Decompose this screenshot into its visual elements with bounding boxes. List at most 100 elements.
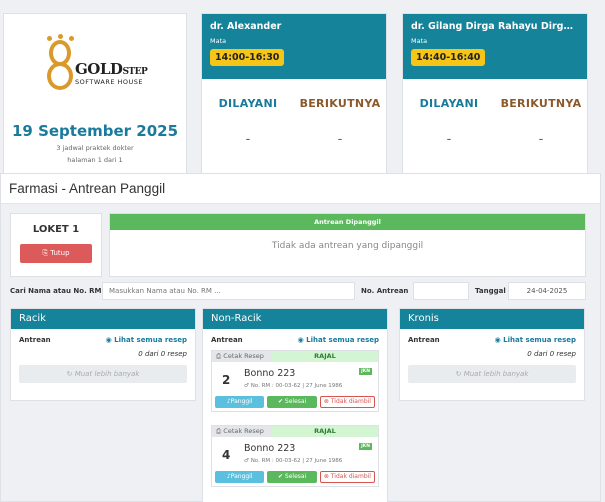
doctor-name: dr. Gilang Dirga Rahayu Dirgan... xyxy=(411,21,579,32)
eye-icon: ◉ xyxy=(105,336,112,344)
eye-icon: ◉ xyxy=(297,336,304,344)
doctor-queue-status: DILAYANI - BERIKUTNYA - xyxy=(202,97,386,147)
next-value: - xyxy=(337,132,343,147)
practice-time-badge: 14:40-16:40 xyxy=(411,49,486,66)
load-more-button[interactable]: ↻ Muat lebih banyak xyxy=(408,365,576,383)
not-taken-button[interactable]: ⊗ Tidak diambil xyxy=(319,471,376,483)
prescription-card: ⎙ Cetak Resep RAJAL 4 Bonno 223 ♂ No. RM… xyxy=(211,425,379,487)
see-all-link[interactable]: ◉ Lihat semua resep xyxy=(298,336,379,344)
logo-brand-suffix: STEP xyxy=(122,67,148,77)
date-label: Tanggal xyxy=(475,287,506,295)
non-racik-header: Non-Racik xyxy=(203,309,387,329)
called-queue-card: Antrean Dipanggil Tidak ada antrean yang… xyxy=(109,213,586,277)
date-input[interactable] xyxy=(508,282,586,300)
call-button[interactable]: ♪Panggil xyxy=(215,471,265,483)
print-prescription-button[interactable]: ⎙ Cetak Resep xyxy=(212,351,272,362)
refresh-icon: ↻ xyxy=(66,370,73,378)
visit-type-badge: RAJAL xyxy=(272,351,378,362)
load-more-label: Muat lebih banyak xyxy=(74,370,140,378)
done-button[interactable]: ✔ Selesai xyxy=(267,396,317,408)
patient-name: Bonno 223 xyxy=(244,368,296,379)
served-label: DILAYANI xyxy=(419,97,479,110)
doctor-header: dr. Gilang Dirga Rahayu Dirgan... Mata 1… xyxy=(403,14,587,79)
printer-icon: ⎙ xyxy=(216,352,222,360)
prescription-count: 0 dari 0 resep xyxy=(527,350,576,358)
goldstep-logo: GOLDSTEP SOFTWARE HOUSE xyxy=(35,34,155,92)
not-taken-button[interactable]: ⊗ Tidak diambil xyxy=(319,396,376,408)
kronis-toolbar: Antrean ◉ Lihat semua resep xyxy=(400,336,584,344)
call-button[interactable]: ♪Panggil xyxy=(215,396,265,408)
doctor-queue-status: DILAYANI - BERIKUTNYA - xyxy=(403,97,587,147)
print-label: Cetak Resep xyxy=(223,427,264,435)
doctor-specialty: Mata xyxy=(210,37,227,45)
prescription-card-top: ⎙ Cetak Resep RAJAL xyxy=(212,426,378,437)
doctor-name: dr. Alexander xyxy=(210,21,282,32)
logo-subtitle: SOFTWARE HOUSE xyxy=(75,78,144,86)
queue-label: Antrean xyxy=(408,336,440,344)
refresh-icon: ↻ xyxy=(455,370,462,378)
non-racik-toolbar: Antrean ◉ Lihat semua resep xyxy=(203,336,387,344)
call-label: Panggil xyxy=(230,398,253,405)
see-all-label: Lihat semua resep xyxy=(114,336,187,344)
doctor-header: dr. Alexander Mata 14:00-16:30 xyxy=(202,14,386,79)
schedule-count: 3 jadwal praktek dokter xyxy=(56,144,134,152)
prescription-card-top: ⎙ Cetak Resep RAJAL xyxy=(212,351,378,362)
pharmacy-panel: Farmasi - Antrean Panggil LOKET 1 ⎘ Tutu… xyxy=(0,173,601,502)
served-label: DILAYANI xyxy=(218,97,278,110)
call-label: Panggil xyxy=(230,473,253,480)
search-row: Cari Nama atau No. RM No. Antrean Tangga… xyxy=(10,282,586,300)
kronis-header: Kronis xyxy=(400,309,584,329)
queue-label: Antrean xyxy=(211,336,243,344)
next-value: - xyxy=(538,132,544,147)
served-column: DILAYANI - xyxy=(202,97,294,147)
prescription-count: 0 dari 0 resep xyxy=(138,350,187,358)
logo-dot xyxy=(58,34,63,39)
kronis-column: Kronis Antrean ◉ Lihat semua resep 0 dar… xyxy=(399,308,585,401)
done-label: Selesai xyxy=(284,398,307,405)
see-all-label: Lihat semua resep xyxy=(503,336,576,344)
eye-icon: ◉ xyxy=(494,336,501,344)
check-icon: ✔ xyxy=(277,398,283,405)
logo-brand: GOLDSTEP xyxy=(75,60,148,78)
served-value: - xyxy=(446,132,452,147)
visit-type-badge: RAJAL xyxy=(272,426,378,437)
called-queue-header: Antrean Dipanggil xyxy=(110,214,585,230)
page-title: Farmasi - Antrean Panggil xyxy=(9,181,166,196)
male-icon: ♂ xyxy=(244,383,249,389)
logo-dot xyxy=(69,36,74,41)
next-column: BERIKUTNYA - xyxy=(294,97,386,147)
doctor-specialty: Mata xyxy=(411,37,428,45)
search-name-input[interactable] xyxy=(102,282,355,300)
served-value: - xyxy=(245,132,251,147)
doctor-card: dr. Gilang Dirga Rahayu Dirgan... Mata 1… xyxy=(402,13,588,177)
male-icon: ♂ xyxy=(244,458,249,464)
done-label: Selesai xyxy=(284,473,307,480)
cancel-icon: ⊗ xyxy=(323,398,329,405)
exit-icon: ⎘ xyxy=(42,249,49,257)
patient-meta: ♂ No. RM : 00-03-62 | 27 June 1986 xyxy=(244,458,342,464)
see-all-link[interactable]: ◉ Lihat semua resep xyxy=(106,336,187,344)
next-label: BERIKUTNYA xyxy=(500,97,582,110)
see-all-link[interactable]: ◉ Lihat semua resep xyxy=(495,336,576,344)
search-name-label: Cari Nama atau No. RM xyxy=(10,287,102,295)
printer-icon: ⎙ xyxy=(216,427,222,435)
practice-time-badge: 14:00-16:30 xyxy=(210,49,285,66)
load-more-button[interactable]: ↻ Muat lebih banyak xyxy=(19,365,187,383)
done-button[interactable]: ✔ Selesai xyxy=(267,471,317,483)
insurance-badge: JKN xyxy=(359,443,372,450)
racik-column: Racik Antrean ◉ Lihat semua resep 0 dari… xyxy=(10,308,196,401)
close-counter-button[interactable]: ⎘ Tutup xyxy=(20,244,92,263)
print-prescription-button[interactable]: ⎙ Cetak Resep xyxy=(212,426,272,437)
racik-header: Racik xyxy=(11,309,195,329)
served-column: DILAYANI - xyxy=(403,97,495,147)
racik-toolbar: Antrean ◉ Lihat semua resep xyxy=(11,336,195,344)
non-racik-column: Non-Racik Antrean ◉ Lihat semua resep ⎙ … xyxy=(202,308,388,502)
patient-name: Bonno 223 xyxy=(244,443,296,454)
doctor-card: dr. Alexander Mata 14:00-16:30 DILAYANI … xyxy=(201,13,387,177)
patient-meta-text: No. RM : 00-03-62 | 27 June 1986 xyxy=(250,383,343,389)
prescription-actions: ♪Panggil ✔ Selesai ⊗ Tidak diambil xyxy=(212,396,378,411)
next-column: BERIKUTNYA - xyxy=(495,97,587,147)
queue-number-input[interactable] xyxy=(413,282,469,300)
clinic-info-card: GOLDSTEP SOFTWARE HOUSE 19 September 202… xyxy=(3,13,187,177)
page-indicator: halaman 1 dari 1 xyxy=(67,156,123,164)
